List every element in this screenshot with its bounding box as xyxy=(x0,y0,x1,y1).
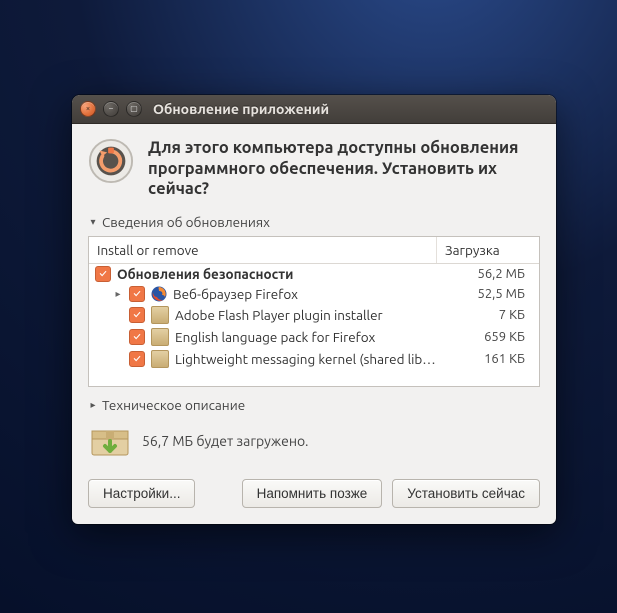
software-updater-window: × – ▢ Обновление приложений Для этого ко… xyxy=(72,95,556,524)
details-disclosure[interactable]: ▾ Сведения об обновлениях xyxy=(88,214,540,230)
download-summary-text: 56,7 МБ будет загружено. xyxy=(142,433,308,449)
install-now-button[interactable]: Установить сейчас xyxy=(392,479,540,508)
details-disclosure-label: Сведения об обновлениях xyxy=(102,214,270,230)
item-label: Веб-браузер Firefox xyxy=(173,286,298,302)
minimize-icon[interactable]: – xyxy=(103,101,119,117)
column-size[interactable]: Загрузка xyxy=(437,237,539,263)
checkbox-icon[interactable]: ✓ xyxy=(95,266,111,282)
item-label: Lightweight messaging kernel (shared lib… xyxy=(175,351,436,367)
group-label: Обновления безопасности xyxy=(117,266,293,282)
item-size: 659 КБ xyxy=(439,330,533,344)
window-body: Для этого компьютера доступны обновления… xyxy=(72,124,556,524)
download-box-icon xyxy=(88,421,132,461)
item-label: Adobe Flash Player plugin installer xyxy=(175,307,383,323)
group-size: 56,2 МБ xyxy=(439,267,533,281)
updates-list[interactable]: Install or remove Загрузка ✓ Обновления … xyxy=(88,236,540,387)
list-item[interactable]: ✓ Adobe Flash Player plugin installer 7 … xyxy=(89,304,539,326)
updates-group-row[interactable]: ✓ Обновления безопасности 56,2 МБ xyxy=(89,264,539,284)
item-size: 7 КБ xyxy=(439,308,533,322)
item-label: English language pack for Firefox xyxy=(175,329,375,345)
checkbox-icon[interactable]: ✓ xyxy=(129,351,145,367)
item-size: 52,5 МБ xyxy=(439,287,533,301)
window-title: Обновление приложений xyxy=(153,101,329,117)
checkbox-icon[interactable]: ✓ xyxy=(129,307,145,323)
desktop-background: × – ▢ Обновление приложений Для этого ко… xyxy=(0,0,617,613)
list-item[interactable]: ▸ ✓ Веб-браузер Firefox 52,5 МБ xyxy=(89,284,539,304)
list-item[interactable]: ✓ Lightweight messaging kernel (shared l… xyxy=(89,348,539,370)
package-icon xyxy=(151,306,169,324)
close-icon[interactable]: × xyxy=(80,101,96,117)
button-bar: Настройки... Напомнить позже Установить … xyxy=(88,479,540,508)
package-icon xyxy=(151,328,169,346)
checkbox-icon[interactable]: ✓ xyxy=(129,286,145,302)
list-item[interactable]: ✓ English language pack for Firefox 659 … xyxy=(89,326,539,348)
package-icon xyxy=(151,350,169,368)
chevron-right-icon[interactable]: ▸ xyxy=(113,288,123,300)
hero: Для этого компьютера доступны обновления… xyxy=(88,138,540,200)
item-size: 161 КБ xyxy=(439,352,533,366)
firefox-icon xyxy=(151,286,167,302)
updates-header: Install or remove Загрузка xyxy=(89,237,539,264)
maximize-icon[interactable]: ▢ xyxy=(126,101,142,117)
checkbox-icon[interactable]: ✓ xyxy=(129,329,145,345)
technical-disclosure-label: Техническое описание xyxy=(102,397,245,413)
titlebar[interactable]: × – ▢ Обновление приложений xyxy=(72,95,556,124)
headline: Для этого компьютера доступны обновления… xyxy=(148,138,540,200)
technical-disclosure[interactable]: ▸ Техническое описание xyxy=(88,397,540,413)
download-summary: 56,7 МБ будет загружено. xyxy=(88,421,540,461)
remind-later-button[interactable]: Напомнить позже xyxy=(242,479,383,508)
chevron-right-icon: ▸ xyxy=(88,399,98,411)
software-updater-icon xyxy=(88,138,134,184)
chevron-down-icon: ▾ xyxy=(88,216,98,228)
settings-button[interactable]: Настройки... xyxy=(88,479,195,508)
column-name[interactable]: Install or remove xyxy=(89,237,437,263)
